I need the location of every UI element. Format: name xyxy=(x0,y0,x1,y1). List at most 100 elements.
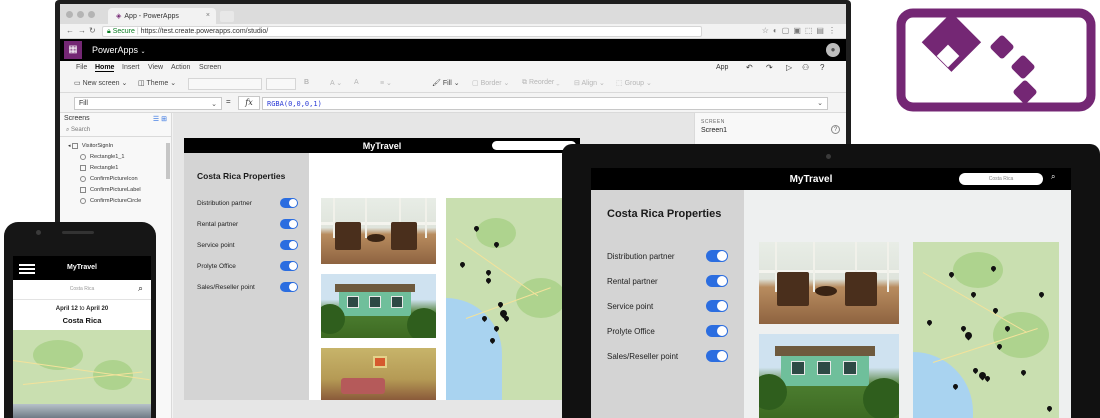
tree-item-label: Rectangle1_1 xyxy=(90,154,125,160)
tablet-option-label: Distribution partner xyxy=(607,252,675,261)
tree-item[interactable]: Rectangle1_1 xyxy=(60,152,171,163)
minimize-window-icon[interactable] xyxy=(77,11,84,18)
screens-search-input[interactable]: ⌕ Search xyxy=(60,125,171,137)
tree-item-label: VisitorSignIn xyxy=(81,143,114,149)
reorder-button[interactable]: ⧉ Reorder ⌄ xyxy=(522,79,560,87)
maximize-window-icon[interactable] xyxy=(88,11,95,18)
redo-icon[interactable]: ↷ xyxy=(766,63,773,72)
font-family-select[interactable] xyxy=(188,78,262,90)
tablet-option-toggle[interactable] xyxy=(706,300,728,312)
control-icon xyxy=(80,175,86,182)
screens-scrollbar[interactable] xyxy=(166,143,170,179)
tablet-content xyxy=(744,190,1071,418)
border-button[interactable]: ▢ Border ⌄ xyxy=(472,79,509,87)
new-tab-button[interactable] xyxy=(220,11,234,22)
option-toggle[interactable] xyxy=(280,282,298,292)
map-phone[interactable] xyxy=(13,330,151,404)
help-icon[interactable]: ? xyxy=(820,63,824,72)
fx-icon[interactable]: fx xyxy=(238,96,260,110)
screens-pane-header: Screens ☰ ⊞ xyxy=(60,113,171,125)
chevron-down-icon: ⌄ xyxy=(211,101,217,108)
option-label: Service point xyxy=(197,242,235,249)
powerapps-header: ▦ PowerApps ⌄ ● xyxy=(60,39,846,61)
tablet-screen: MyTravel Costa Rica ⌕ Costa Rica Propert… xyxy=(591,168,1071,418)
tab-insert[interactable]: Insert xyxy=(122,64,140,71)
ribbon-toolbar: ▭ New screen ⌄ ◫ Theme ⌄ B A ⌄ A ≡ ⌄ 🖌︎ … xyxy=(60,75,846,93)
font-color-icon[interactable]: A ⌄ xyxy=(330,79,342,87)
brand-name[interactable]: PowerApps ⌄ xyxy=(92,45,146,55)
formula-input[interactable]: RGBA(0,0,0,1) ⌄ xyxy=(262,97,828,110)
search-icon[interactable]: ⌕ xyxy=(138,283,143,294)
tablet-option-toggle[interactable] xyxy=(706,325,728,337)
option-toggle[interactable] xyxy=(280,198,298,208)
user-icon[interactable]: ⚇ xyxy=(802,63,809,72)
app-filter-panel: Costa Rica Properties Distribution partn… xyxy=(184,153,309,400)
close-tab-icon[interactable]: × xyxy=(206,12,210,19)
option-toggle[interactable] xyxy=(280,240,298,250)
app-launcher-icon[interactable]: ▦ xyxy=(64,41,82,59)
tree-item[interactable]: ConfirmPictureCircle xyxy=(60,196,171,207)
back-icon[interactable]: ← xyxy=(66,26,74,35)
tab-screen[interactable]: Screen xyxy=(199,64,221,71)
text-size-icon[interactable]: A xyxy=(354,79,359,86)
expand-formula-icon[interactable]: ⌄ xyxy=(817,99,823,107)
tablet-search-input[interactable]: Costa Rica xyxy=(959,173,1043,185)
app-preview-canvas[interactable]: MyTravel Costa Rica Properties Distribut… xyxy=(184,138,580,400)
phone-search-input[interactable]: Costa Rica ⌕ xyxy=(13,280,151,300)
tablet-option-label: Rental partner xyxy=(607,277,658,286)
property-dropdown[interactable]: Fill ⌄ xyxy=(74,97,222,110)
address-bar-row: ← → ↻ 🔒︎ Secure | https://test.create.po… xyxy=(60,24,846,39)
tab-home[interactable]: Home xyxy=(95,64,115,72)
tree-item[interactable]: ConfirmPictureIcon xyxy=(60,174,171,185)
tab-view[interactable]: View xyxy=(148,64,163,71)
user-avatar[interactable]: ● xyxy=(826,43,840,57)
tab-file[interactable]: File xyxy=(76,64,87,71)
map-tablet[interactable] xyxy=(913,242,1059,418)
tablet-option-toggle[interactable] xyxy=(706,350,728,362)
tablet-option-label: Prolyte Office xyxy=(607,327,655,336)
url-bar[interactable]: 🔒︎ Secure | https://test.create.powerapp… xyxy=(102,26,702,37)
control-icon xyxy=(80,164,86,171)
option-label: Rental partner xyxy=(197,221,239,228)
forward-icon[interactable]: → xyxy=(78,26,86,35)
option-toggle[interactable] xyxy=(280,219,298,229)
url-text: https://test.create.powerapps.com/studio… xyxy=(140,28,269,35)
fill-button[interactable]: 🖌︎ Fill ⌄ xyxy=(432,79,460,87)
tab-action[interactable]: Action xyxy=(171,64,190,71)
phone-search-value: Costa Rica xyxy=(69,286,95,292)
map-laptop[interactable] xyxy=(446,198,580,400)
tree-item[interactable]: ◂ VisitorSignIn xyxy=(60,141,171,152)
close-window-icon[interactable] xyxy=(66,11,73,18)
tablet-option-toggle[interactable] xyxy=(706,250,728,262)
tree-item[interactable]: Rectangle1 xyxy=(60,163,171,174)
tree-item[interactable]: ConfirmPictureLabel xyxy=(60,185,171,196)
undo-icon[interactable]: ↶ xyxy=(746,63,753,72)
option-toggle[interactable] xyxy=(280,261,298,271)
theme-button[interactable]: ◫ Theme ⌄ xyxy=(138,79,176,87)
phone-device: MyTravel Costa Rica ⌕ April 12 to April … xyxy=(4,222,156,418)
selected-screen-name: Screen1 xyxy=(701,127,728,134)
tablet-option-label: Service point xyxy=(607,302,654,311)
browser-extension-icons[interactable]: ☆◐▢▣⬚▤⋮ xyxy=(762,26,840,35)
view-toggle-icons[interactable]: ☰ ⊞ xyxy=(153,115,167,123)
equals-sign: = xyxy=(226,97,231,106)
formula-bar: Fill ⌄ = fx RGBA(0,0,0,1) ⌄ xyxy=(60,93,846,113)
play-icon[interactable]: ▷ xyxy=(786,63,792,72)
destination-city: Costa Rica xyxy=(62,316,102,325)
option-label: Sales/Reseller point xyxy=(197,284,255,291)
ribbon-tabs: File Home Insert View Action Screen App … xyxy=(60,61,846,75)
help-circle-icon[interactable]: ? xyxy=(831,125,840,134)
align-button[interactable]: ⊟ Align ⌄ xyxy=(574,79,605,87)
search-icon[interactable]: ⌕ xyxy=(1051,172,1055,182)
browser-tab[interactable]: ◈ App - PowerApps × xyxy=(108,8,216,24)
bold-button[interactable]: B xyxy=(304,79,309,86)
reload-icon[interactable]: ↻ xyxy=(89,26,96,35)
app-settings-link[interactable]: App xyxy=(716,64,728,71)
group-button[interactable]: ⬚ Group ⌄ xyxy=(616,79,652,87)
align-text-icon[interactable]: ≡ ⌄ xyxy=(380,79,392,87)
new-screen-button[interactable]: ▭ New screen ⌄ xyxy=(74,79,127,87)
font-size-select[interactable] xyxy=(266,78,296,90)
phone-photo-strip xyxy=(13,404,151,418)
tablet-option-toggle[interactable] xyxy=(706,275,728,287)
phone-app-header: MyTravel xyxy=(13,256,151,280)
